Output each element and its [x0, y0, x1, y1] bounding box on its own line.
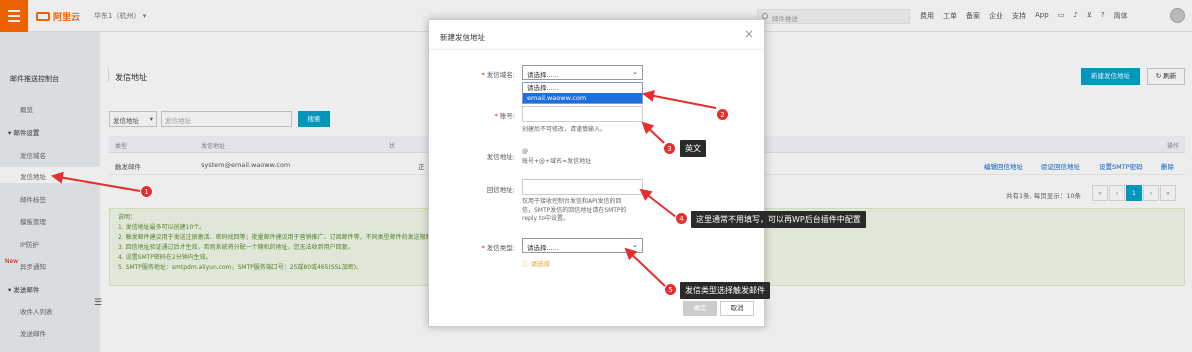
account-label: * 账号: [494, 112, 515, 120]
address-at: @ [522, 148, 528, 155]
annotation-badge-4: 4 [675, 212, 688, 225]
cancel-button[interactable]: 取消 [720, 301, 754, 316]
annotation-badge-5: 5 [664, 283, 677, 296]
reply-help: 仅用于接收控制台发信和API发信的回 信，SMTP发信的回信地址请在SMTP的 … [522, 198, 627, 224]
domain-label-text: 发信域名: [486, 71, 515, 79]
annotation-callout-4: 这里通常不用填写，可以再WP后台插件中配置 [691, 211, 866, 228]
annotation-badge-3: 3 [663, 142, 676, 155]
address-label: 发信地址: [486, 153, 515, 161]
send-type-value: 请选择...... [527, 244, 559, 252]
dialog-divider [429, 49, 764, 50]
reply-address-input[interactable] [522, 179, 643, 195]
type-label-text: 发信类型: [486, 244, 515, 252]
address-help: 账号+@+域名=发信地址 [522, 158, 592, 165]
send-type-select[interactable]: 请选择...... ⌄ [522, 238, 643, 253]
domain-option-selected[interactable]: email.waoww.com [523, 93, 642, 103]
account-help: 创建后不可修改，请谨慎输入。 [522, 126, 607, 133]
new-sender-address-dialog: 新建发信地址 × * 发信域名: 请选择...... ⌄ 请选择...... e… [428, 19, 765, 327]
account-input[interactable] [522, 106, 643, 122]
annotation-badge-2: 2 [716, 108, 729, 121]
warning-icon: ⓘ [522, 260, 531, 268]
domain-dropdown-list: 请选择...... email.waoww.com [522, 82, 643, 104]
type-warning-text: 请选择 [530, 260, 551, 268]
annotation-callout-5: 发信类型选择触发邮件 [680, 282, 770, 299]
reply-help-line: 信，SMTP发信的回信地址请在SMTP的 [522, 206, 627, 214]
type-label: * 发信类型: [481, 244, 515, 252]
chevron-down-icon: ⌄ [632, 241, 638, 249]
reply-label: 回信地址: [486, 186, 515, 194]
reply-help-line: 仅用于接收控制台发信和API发信的回 [522, 198, 622, 205]
account-label-text: 账号: [499, 112, 515, 120]
annotation-badge-1: 1 [140, 185, 153, 198]
annotation-callout-3: 英文 [680, 140, 706, 157]
domain-select[interactable]: 请选择...... ⌄ [522, 65, 643, 80]
domain-option[interactable]: 请选择...... [523, 83, 642, 93]
close-icon[interactable]: × [744, 27, 754, 41]
chevron-down-icon: ⌄ [632, 68, 638, 76]
confirm-button[interactable]: 确定 [683, 301, 717, 316]
domain-select-value: 请选择...... [527, 71, 559, 79]
reply-help-line: reply to中设置。 [522, 215, 569, 222]
dialog-title: 新建发信地址 [440, 33, 485, 42]
type-warning: ⓘ 请选择 [522, 258, 550, 268]
domain-label: * 发信域名: [481, 71, 515, 79]
